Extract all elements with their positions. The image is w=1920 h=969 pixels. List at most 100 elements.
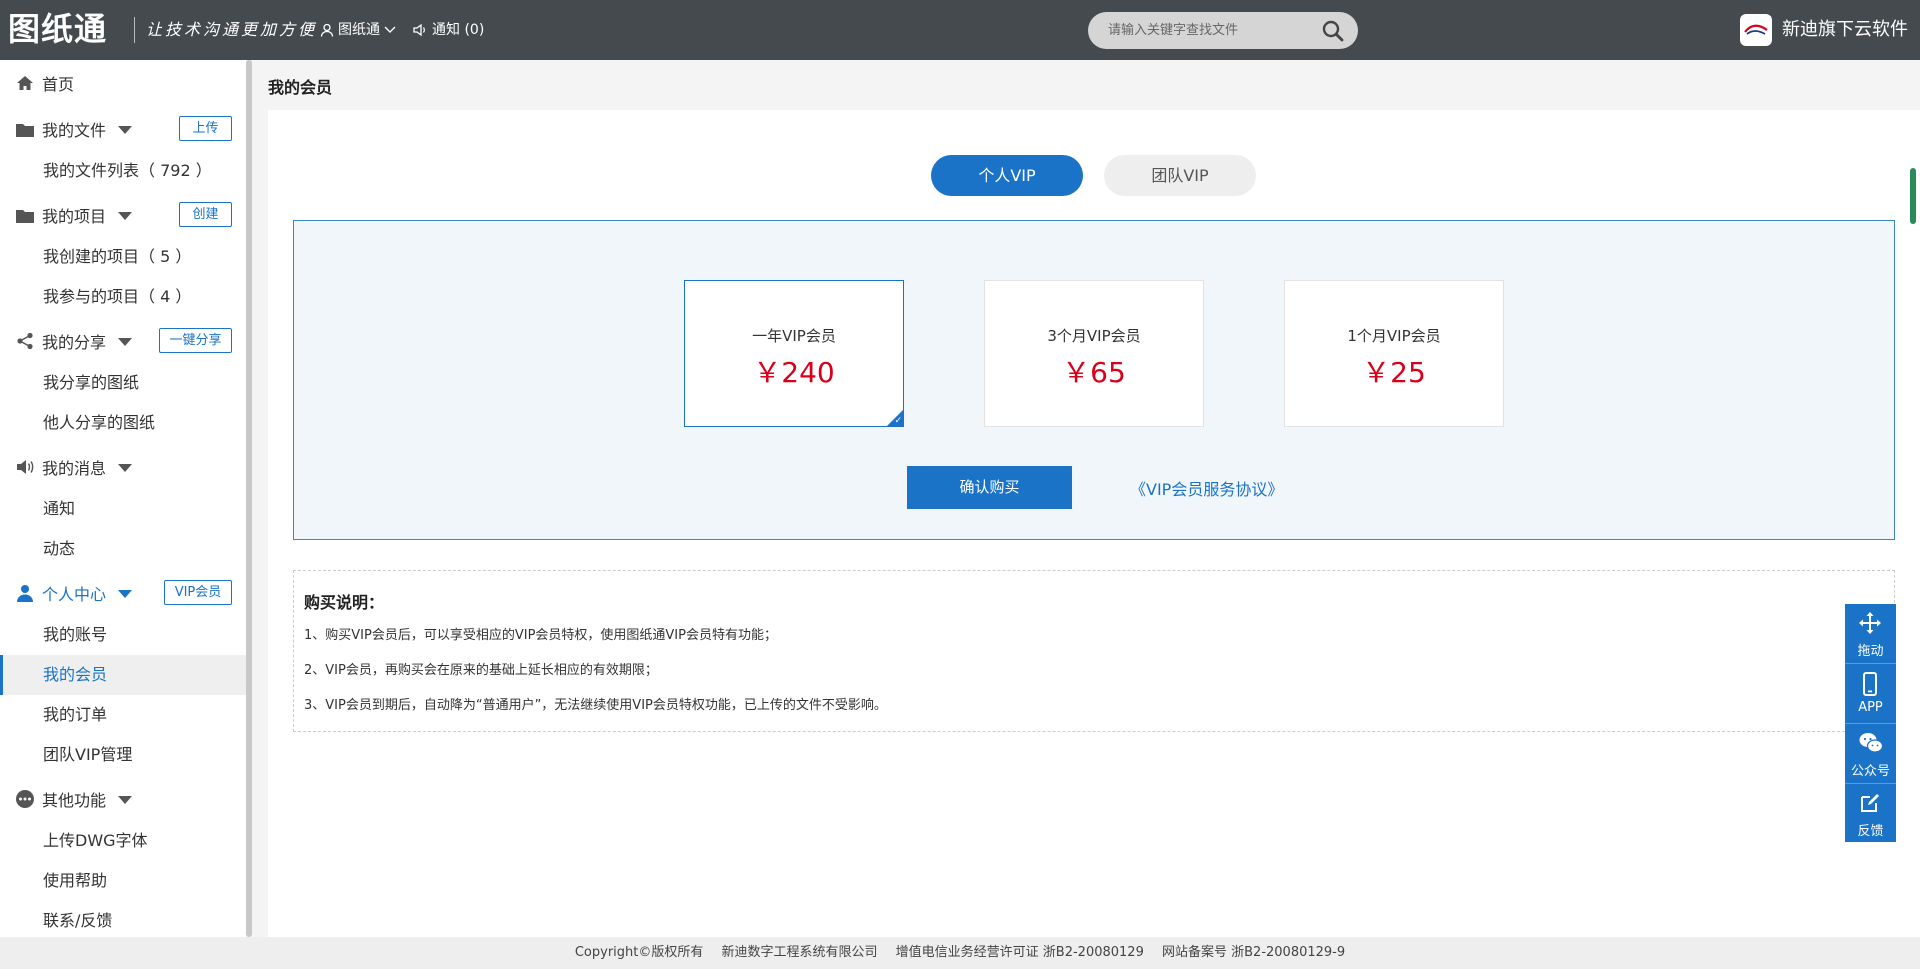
plan-card-3-months[interactable]: 3个月VIP会员 ￥65 bbox=[984, 280, 1204, 427]
wechat-icon bbox=[1859, 733, 1883, 753]
sidebar-item-my-account[interactable]: 我的账号 bbox=[43, 624, 107, 646]
plan-name: 一年VIP会员 bbox=[752, 327, 836, 345]
float-label: APP bbox=[1858, 700, 1883, 715]
float-label: 反馈 bbox=[1857, 824, 1884, 839]
site-slogan: 让技术沟通更加方便 bbox=[146, 20, 318, 39]
sidebar-item-joined-projects[interactable]: 我参与的项目（ 4 ） bbox=[43, 286, 191, 308]
plan-name: 3个月VIP会员 bbox=[1047, 327, 1141, 345]
note-line: 2、VIP会员，再购买会在原来的基础上延长相应的有效期限； bbox=[304, 663, 658, 678]
caret-down-icon bbox=[118, 590, 133, 598]
sidebar-group-label: 个人中心 bbox=[42, 585, 107, 604]
plan-price: ￥240 bbox=[753, 356, 835, 389]
footer-company: 新迪数字工程系统有限公司 bbox=[721, 945, 878, 960]
move-icon bbox=[1859, 612, 1881, 634]
speaker-icon bbox=[17, 460, 34, 474]
float-label: 公众号 bbox=[1850, 764, 1890, 779]
plan-card-1-month[interactable]: 1个月VIP会员 ￥25 bbox=[1284, 280, 1504, 427]
sidebar-item-contact[interactable]: 联系/反馈 bbox=[43, 910, 112, 932]
top-header: 图纸通 让技术沟通更加方便 图纸通 通知 (0) 新迪旗下云软件 bbox=[0, 0, 1920, 60]
sidebar-group-label: 我的文件 bbox=[42, 121, 107, 140]
purchase-notes: 购买说明： 1、购买VIP会员后，可以享受相应的VIP会员特权，使用图纸通VIP… bbox=[293, 570, 1895, 732]
sidebar-group-label: 其他功能 bbox=[42, 791, 107, 810]
more-icon bbox=[16, 790, 34, 808]
sidebar-item-activity[interactable]: 动态 bbox=[43, 538, 75, 560]
sidebar-item-my-shared[interactable]: 我分享的图纸 bbox=[43, 372, 139, 394]
phone-icon bbox=[1863, 672, 1877, 696]
site-logo[interactable]: 图纸通 bbox=[8, 9, 107, 49]
search-input[interactable] bbox=[1108, 20, 1308, 40]
notice-link[interactable]: 通知 (0) bbox=[413, 19, 484, 41]
upload-button[interactable]: 上传 bbox=[179, 116, 232, 141]
vip-agreement-link[interactable]: 《VIP会员服务协议》 bbox=[1130, 476, 1283, 500]
notice-label: 通知 (0) bbox=[432, 22, 485, 38]
footer-copyright: Copyright©版权所有 bbox=[574, 945, 704, 960]
logo-divider bbox=[134, 17, 135, 43]
sidebar-item-upload-font[interactable]: 上传DWG字体 bbox=[43, 830, 148, 852]
check-icon: ✓ bbox=[894, 416, 902, 426]
sidebar-group-other-functions[interactable]: 其他功能 bbox=[16, 787, 133, 811]
caret-down-icon bbox=[118, 126, 133, 134]
search-box bbox=[1088, 12, 1358, 49]
tab-personal-vip[interactable]: 个人VIP bbox=[931, 155, 1083, 196]
floating-toolbar: 拖动 APP 公众号 反馈 bbox=[1845, 604, 1896, 842]
sidebar-group-label: 我的分享 bbox=[42, 333, 107, 352]
sidebar-group-my-projects[interactable]: 我的项目 bbox=[16, 203, 133, 227]
sidebar-item-file-list[interactable]: 我的文件列表（ 792 ） bbox=[43, 160, 212, 182]
plan-price: ￥65 bbox=[1062, 356, 1126, 389]
user-menu-label: 图纸通 bbox=[338, 22, 380, 38]
edit-icon bbox=[1861, 794, 1879, 812]
caret-down-icon bbox=[118, 338, 133, 346]
folder-icon bbox=[16, 123, 34, 137]
plan-price: ￥25 bbox=[1362, 356, 1426, 389]
create-button[interactable]: 创建 bbox=[179, 202, 232, 227]
feedback-tool[interactable]: 反馈 bbox=[1845, 784, 1896, 842]
speaker-icon bbox=[413, 23, 425, 37]
tab-team-vip[interactable]: 团队VIP bbox=[1104, 155, 1256, 196]
sidebar-item-created-projects[interactable]: 我创建的项目（ 5 ） bbox=[43, 246, 191, 268]
wechat-tool[interactable]: 公众号 bbox=[1845, 724, 1896, 782]
page-title: 我的会员 bbox=[268, 78, 333, 97]
chevron-down-icon bbox=[384, 26, 396, 33]
sidebar-item-notice[interactable]: 通知 bbox=[43, 498, 75, 520]
sidebar-group-personal-center[interactable]: 个人中心 bbox=[16, 581, 133, 605]
plan-card-yearly[interactable]: 一年VIP会员 ￥240 ✓ bbox=[684, 280, 904, 427]
footer: Copyright©版权所有 新迪数字工程系统有限公司 增值电信业务经营许可证 … bbox=[0, 937, 1920, 969]
note-line: 1、购买VIP会员后，可以享受相应的VIP会员特权，使用图纸通VIP会员特有功能… bbox=[304, 628, 777, 643]
caret-down-icon bbox=[118, 464, 133, 472]
home-icon bbox=[17, 76, 33, 90]
footer-record: 网站备案号 浙B2-20080129-9 bbox=[1162, 945, 1346, 960]
sidebar-item-home[interactable]: 首页 bbox=[16, 71, 74, 95]
main-scrollbar[interactable] bbox=[1910, 168, 1916, 224]
one-click-share-button[interactable]: 一键分享 bbox=[159, 328, 232, 353]
app-tool[interactable]: APP bbox=[1845, 664, 1896, 722]
user-menu[interactable]: 图纸通 bbox=[320, 19, 396, 41]
user-icon bbox=[320, 23, 334, 37]
share-icon bbox=[17, 332, 33, 350]
brand-link[interactable]: 新迪旗下云软件 bbox=[1740, 14, 1908, 46]
sidebar-item-my-orders[interactable]: 我的订单 bbox=[43, 704, 107, 726]
sidebar-item-others-shared[interactable]: 他人分享的图纸 bbox=[43, 412, 155, 434]
sidebar-group-my-share[interactable]: 我的分享 bbox=[16, 329, 133, 353]
brand-label: 新迪旗下云软件 bbox=[1782, 19, 1908, 40]
sidebar-group-label: 我的项目 bbox=[42, 207, 107, 226]
footer-license: 增值电信业务经营许可证 浙B2-20080129 bbox=[895, 945, 1144, 960]
vip-member-button[interactable]: VIP会员 bbox=[164, 580, 232, 605]
user-icon bbox=[17, 585, 33, 602]
brand-logo-icon bbox=[1740, 14, 1772, 46]
caret-down-icon bbox=[118, 796, 133, 804]
sidebar-item-help[interactable]: 使用帮助 bbox=[43, 870, 107, 892]
sidebar-group-my-messages[interactable]: 我的消息 bbox=[16, 455, 133, 479]
drag-tool[interactable]: 拖动 bbox=[1845, 604, 1896, 662]
float-label: 拖动 bbox=[1857, 644, 1884, 659]
plan-name: 1个月VIP会员 bbox=[1347, 327, 1441, 345]
sidebar-scrollbar[interactable] bbox=[246, 60, 252, 937]
search-icon[interactable] bbox=[1322, 20, 1344, 46]
folder-icon bbox=[16, 209, 34, 223]
sidebar-item-team-vip[interactable]: 团队VIP管理 bbox=[43, 744, 132, 766]
sidebar-group-label: 我的消息 bbox=[42, 459, 107, 478]
caret-down-icon bbox=[118, 212, 133, 220]
confirm-purchase-button[interactable]: 确认购买 bbox=[907, 466, 1072, 509]
sidebar-item-label: 首页 bbox=[42, 75, 75, 94]
sidebar-item-my-member[interactable]: 我的会员 bbox=[0, 655, 246, 695]
sidebar-group-my-files[interactable]: 我的文件 bbox=[16, 117, 133, 141]
